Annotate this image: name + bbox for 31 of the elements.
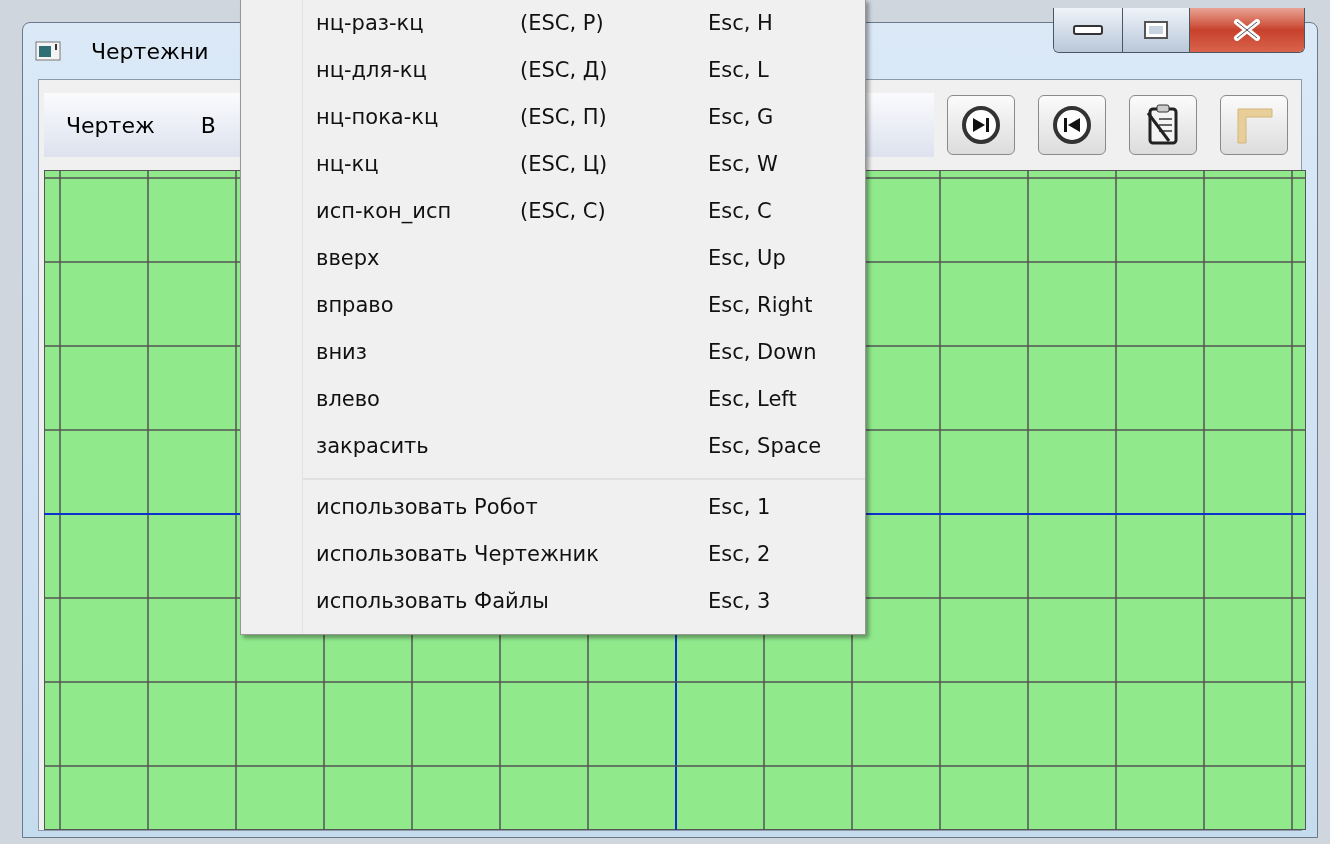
menu-item[interactable]: Чертеж [66, 108, 155, 142]
menu-option[interactable]: использовать Чертежник Esc, 2 [303, 531, 865, 578]
window-title: Чертежни [91, 37, 209, 66]
app-icon [35, 41, 61, 61]
close-button[interactable] [1190, 8, 1304, 52]
clear-clipboard-button[interactable] [1129, 95, 1197, 155]
step-back-button[interactable] [1038, 95, 1106, 155]
menu-option[interactable]: вправо Esc, Right [303, 282, 865, 329]
menu-option[interactable]: вверх Esc, Up [303, 235, 865, 282]
menu-option[interactable]: нц-пока-кц (ESC, П) Esc, G [303, 94, 865, 141]
menu-option[interactable]: влево Esc, Left [303, 376, 865, 423]
corner-button[interactable] [1220, 95, 1288, 155]
menu-option[interactable]: исп-кон_исп (ESC, С) Esc, C [303, 188, 865, 235]
step-forward-icon [961, 105, 1001, 145]
menu-option[interactable]: закрасить Esc, Space [303, 423, 865, 470]
menu-option[interactable]: нц-для-кц (ESC, Д) Esc, L [303, 47, 865, 94]
menu-option[interactable]: использовать Робот Esc, 1 [303, 484, 865, 531]
close-icon [1233, 19, 1261, 41]
menu-item[interactable]: В [200, 108, 216, 142]
corner-shape-icon [1234, 105, 1274, 145]
menu-option[interactable]: использовать Файлы Esc, 3 [303, 578, 865, 625]
minimize-icon [1073, 25, 1103, 35]
menu-option[interactable]: нц-кц (ESC, Ц) Esc, W [303, 141, 865, 188]
step-back-icon [1052, 105, 1092, 145]
maximize-button[interactable] [1123, 8, 1190, 52]
menu-option[interactable]: вниз Esc, Down [303, 329, 865, 376]
maximize-icon [1144, 21, 1168, 39]
menu-option[interactable]: нц-раз-кц (ESC, Р) Esc, H [303, 0, 865, 47]
step-forward-button[interactable] [947, 95, 1015, 155]
crossed-clipboard-icon [1145, 103, 1181, 147]
minimize-button[interactable] [1054, 8, 1123, 52]
